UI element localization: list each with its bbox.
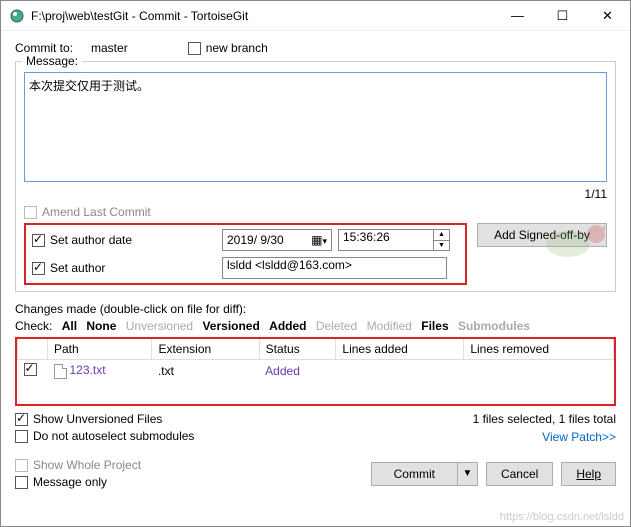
- maximize-button[interactable]: ☐: [540, 1, 585, 31]
- filter-modified[interactable]: Modified: [367, 319, 412, 333]
- window-controls: — ☐ ✕: [495, 1, 630, 31]
- row-checkbox[interactable]: [24, 363, 37, 376]
- message-only-checkbox[interactable]: [15, 476, 28, 489]
- commit-to-label: Commit to:: [15, 41, 73, 55]
- author-input[interactable]: lsldd <lsldd@163.com>: [222, 257, 447, 279]
- message-group: Message: 本次提交仅用于测试。 1/11 Amend Last Comm…: [15, 61, 616, 292]
- amend-label: Amend Last Commit: [42, 205, 151, 219]
- col-path[interactable]: Path: [48, 339, 152, 360]
- commit-to-row: Commit to: master new branch: [15, 41, 616, 55]
- commit-split-button[interactable]: Commit ▼: [371, 462, 478, 486]
- filter-files[interactable]: Files: [421, 319, 448, 333]
- selection-summary: 1 files selected, 1 files total: [473, 412, 616, 426]
- row-status: Added: [259, 360, 336, 383]
- check-label: Check:: [15, 319, 52, 333]
- filter-none[interactable]: None: [86, 319, 116, 333]
- changes-label: Changes made (double-click on file for d…: [15, 302, 616, 316]
- calendar-icon[interactable]: ▦▾: [311, 233, 327, 247]
- filter-unversioned[interactable]: Unversioned: [126, 319, 193, 333]
- filter-all[interactable]: All: [62, 319, 77, 333]
- set-author-label: Set author: [50, 261, 105, 275]
- commit-branch: master: [91, 41, 128, 55]
- row-extension: .txt: [152, 360, 259, 383]
- col-status[interactable]: Status: [259, 339, 336, 360]
- time-picker[interactable]: 15:36:26: [338, 229, 434, 251]
- set-author-checkbox[interactable]: [32, 262, 45, 275]
- author-redbox: Set author date 2019/ 9/30 ▦▾ 15:36:26 ▲…: [24, 223, 467, 285]
- amend-checkbox: [24, 206, 37, 219]
- filter-deleted[interactable]: Deleted: [316, 319, 357, 333]
- file-icon: [54, 364, 67, 379]
- table-row[interactable]: 123.txt .txt Added: [18, 360, 614, 383]
- row-path: 123.txt: [70, 363, 106, 377]
- col-extension[interactable]: Extension: [152, 339, 259, 360]
- message-only-label: Message only: [33, 475, 107, 489]
- new-branch-checkbox[interactable]: [188, 42, 201, 55]
- tortoise-watermark-icon: [538, 214, 608, 259]
- show-whole-project-checkbox: [15, 459, 28, 472]
- filter-row: Check: All None Unversioned Versioned Ad…: [15, 319, 616, 333]
- no-autoselect-label: Do not autoselect submodules: [33, 429, 194, 443]
- show-unversioned-label: Show Unversioned Files: [33, 412, 162, 426]
- window-title: F:\proj\web\testGit - Commit - TortoiseG…: [31, 9, 495, 23]
- new-branch-label: new branch: [206, 41, 268, 55]
- commit-dropdown-icon[interactable]: ▼: [458, 462, 478, 486]
- message-group-title: Message:: [22, 54, 82, 68]
- help-button[interactable]: Help: [561, 462, 616, 486]
- row-lines-removed: [464, 360, 614, 383]
- show-whole-project-label: Show Whole Project: [33, 458, 141, 472]
- cancel-button[interactable]: Cancel: [486, 462, 553, 486]
- minimize-button[interactable]: —: [495, 1, 540, 31]
- table-header-row: Path Extension Status Lines added Lines …: [18, 339, 614, 360]
- filter-added[interactable]: Added: [269, 319, 306, 333]
- col-lines-removed[interactable]: Lines removed: [464, 339, 614, 360]
- line-counter: 1/11: [24, 187, 607, 201]
- show-unversioned-checkbox[interactable]: [15, 413, 28, 426]
- set-author-date-checkbox[interactable]: [32, 234, 45, 247]
- app-icon: [9, 8, 25, 24]
- commit-message-input[interactable]: 本次提交仅用于测试。: [24, 72, 607, 182]
- page-watermark: https://blog.csdn.net/lsldd: [500, 511, 624, 523]
- filter-submodules[interactable]: Submodules: [458, 319, 530, 333]
- commit-button[interactable]: Commit: [371, 462, 458, 486]
- col-lines-added[interactable]: Lines added: [336, 339, 464, 360]
- time-spinner[interactable]: ▲▼: [434, 229, 450, 251]
- close-button[interactable]: ✕: [585, 1, 630, 31]
- titlebar: F:\proj\web\testGit - Commit - TortoiseG…: [1, 1, 630, 31]
- filter-versioned[interactable]: Versioned: [202, 319, 259, 333]
- row-lines-added: [336, 360, 464, 383]
- date-picker[interactable]: 2019/ 9/30 ▦▾: [222, 229, 332, 251]
- file-list: Path Extension Status Lines added Lines …: [15, 337, 616, 406]
- view-patch-link[interactable]: View Patch>>: [542, 430, 616, 444]
- set-author-date-label: Set author date: [50, 233, 132, 247]
- no-autoselect-checkbox[interactable]: [15, 430, 28, 443]
